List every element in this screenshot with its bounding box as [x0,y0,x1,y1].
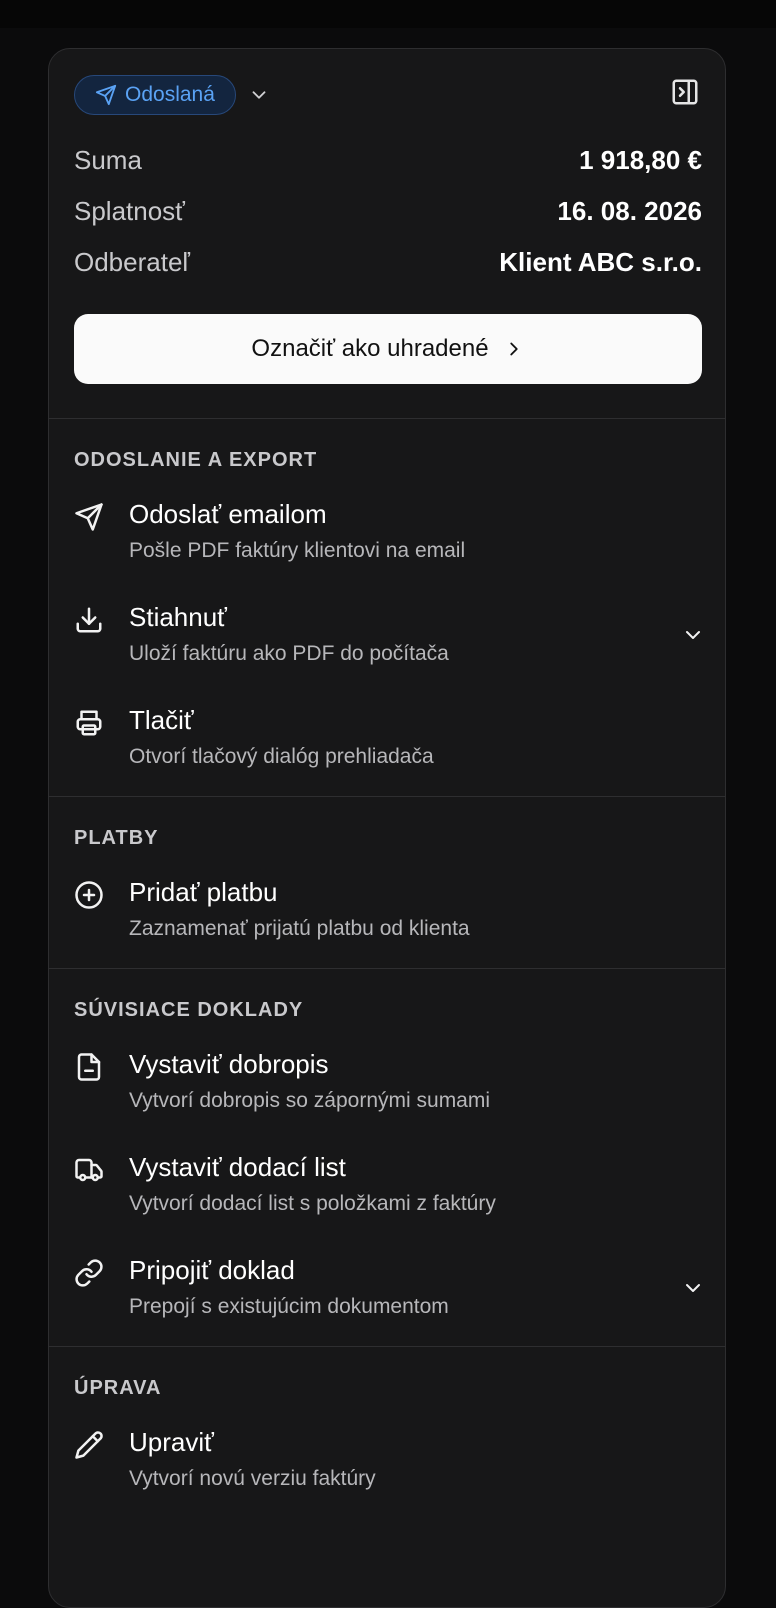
summary-value: Klient ABC s.r.o. [499,246,702,277]
download-icon [74,605,106,637]
action-subtitle: Vytvorí dobropis so zápornými sumami [129,1089,491,1112]
summary-row-due-date: Splatnosť 16. 08. 2026 [74,194,702,228]
action-add-payment[interactable]: Pridať platbu Zaznamenať prijatú platbu … [49,853,725,956]
section-title: SÚVISIACE DOKLADY [74,999,304,1021]
pencil-icon [74,1430,106,1462]
file-minus-icon [74,1052,106,1084]
section-title: ÚPRAVA [74,1377,162,1399]
mark-as-paid-label: Označiť ako uhradené [251,335,489,362]
plus-circle-icon [74,880,106,912]
chevron-right-icon [503,338,525,360]
action-print[interactable]: Tlačiť Otvorí tlačový dialóg prehliadača [49,681,725,784]
section-send-export: ODOSLANIE A EXPORT Odoslať emailom Pošle… [49,418,725,796]
action-title: Stiahnuť [129,602,227,632]
summary-row-customer: Odberateľ Klient ABC s.r.o. [74,245,702,279]
collapse-panel-icon[interactable] [670,77,700,107]
action-title: Tlačiť [129,705,194,735]
action-credit-note[interactable]: Vystaviť dobropis Vytvorí dobropis so zá… [49,1025,725,1128]
window-top-bar [0,0,776,28]
section-payments: PLATBY Pridať platbu Zaznamenať prijatú … [49,796,725,968]
action-title: Pridať platbu [129,877,278,907]
mark-as-paid-button[interactable]: Označiť ako uhradené [74,314,702,384]
link-icon [74,1258,106,1290]
action-subtitle: Otvorí tlačový dialóg prehliadača [129,745,434,768]
action-title: Vystaviť dobropis [129,1049,329,1079]
summary-row-amount: Suma 1 918,80 € [74,143,702,177]
action-delivery-note[interactable]: Vystaviť dodací list Vytvorí dodací list… [49,1128,725,1231]
chevron-down-icon[interactable] [681,1276,705,1300]
action-send-email[interactable]: Odoslať emailom Pošle PDF faktúry klient… [49,475,725,578]
summary-value: 16. 08. 2026 [557,195,702,226]
send-icon [74,502,106,534]
action-title: Pripojiť doklad [129,1255,295,1285]
status-badge[interactable]: Odoslaná [74,75,236,115]
action-title: Upraviť [129,1427,214,1457]
action-subtitle: Zaznamenať prijatú platbu od klienta [129,917,470,940]
invoice-summary: Odoslaná Suma 1 918,80 € Splatnosť 16. 0… [49,49,725,418]
action-download[interactable]: Stiahnuť Uloží faktúru ako PDF do počíta… [49,578,725,681]
printer-icon [74,708,106,740]
section-title: ODOSLANIE A EXPORT [74,449,318,471]
status-selector: Odoslaná [74,75,270,115]
truck-icon [74,1155,106,1187]
invoice-actions-panel: Odoslaná Suma 1 918,80 € Splatnosť 16. 0… [48,48,726,1608]
section-title: PLATBY [74,827,159,849]
summary-label: Suma [74,144,142,175]
summary-label: Splatnosť [74,195,185,226]
action-title: Odoslať emailom [129,499,327,529]
action-edit[interactable]: Upraviť Vytvorí novú verziu faktúry [49,1403,725,1506]
action-subtitle: Vytvorí dodací list s položkami z faktúr… [129,1192,496,1215]
section-related-documents: SÚVISIACE DOKLADY Vystaviť dobropis Vytv… [49,968,725,1346]
summary-value: 1 918,80 € [579,144,702,175]
chevron-down-icon[interactable] [248,84,270,106]
action-title: Vystaviť dodací list [129,1152,346,1182]
send-icon [95,84,117,106]
action-subtitle: Uloží faktúru ako PDF do počítača [129,642,449,665]
action-subtitle: Prepojí s existujúcim dokumentom [129,1295,449,1318]
status-label: Odoslaná [125,83,215,106]
action-subtitle: Pošle PDF faktúry klientovi na email [129,539,466,562]
action-subtitle: Vytvorí novú verziu faktúry [129,1467,376,1490]
section-edit: ÚPRAVA Upraviť Vytvorí novú verziu faktú… [49,1346,725,1518]
chevron-down-icon[interactable] [681,623,705,647]
summary-label: Odberateľ [74,246,190,277]
action-attach-document[interactable]: Pripojiť doklad Prepojí s existujúcim do… [49,1231,725,1334]
